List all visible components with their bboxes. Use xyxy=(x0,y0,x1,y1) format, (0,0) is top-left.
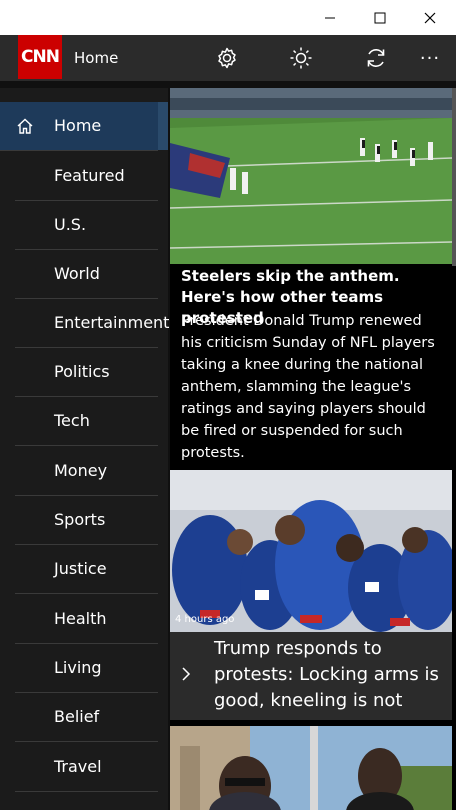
refresh-button[interactable] xyxy=(356,35,396,81)
home-icon xyxy=(17,118,33,134)
sidebar-item-label: Tech xyxy=(54,411,90,430)
article-image xyxy=(170,88,452,264)
article-summary: President Donald Trump renewed his criti… xyxy=(181,313,435,461)
article-caption-bar: Trump responds to protests: Locking arms… xyxy=(170,632,452,720)
gear-icon xyxy=(218,47,236,69)
sidebar-item-label: Entertainment xyxy=(54,313,170,332)
close-button[interactable] xyxy=(405,0,455,35)
article-image xyxy=(170,470,452,632)
logo-text: CNN xyxy=(21,47,60,67)
sidebar-item-label: Health xyxy=(54,609,107,628)
minimize-button[interactable] xyxy=(305,0,355,35)
selection-indicator xyxy=(158,102,168,150)
sun-icon xyxy=(290,47,312,69)
sidebar-item-travel[interactable]: Travel xyxy=(15,743,158,792)
page-title: Home xyxy=(74,49,119,67)
sidebar-item-label: Justice xyxy=(54,559,107,578)
maximize-button[interactable] xyxy=(355,0,405,35)
sidebar-item-label: Home xyxy=(54,116,102,135)
sidebar-item-label: Belief xyxy=(54,707,100,726)
window-title-bar xyxy=(0,0,456,35)
sidebar-item-tech[interactable]: Tech xyxy=(15,397,158,446)
app-header: CNN Home ··· xyxy=(0,35,456,81)
sidebar-item-home[interactable]: Home xyxy=(0,102,158,151)
sidebar-item-living[interactable]: Living xyxy=(15,644,158,693)
sidebar-item-politics[interactable]: Politics xyxy=(15,348,158,397)
article-timestamp: 4 hours ago xyxy=(175,614,235,625)
sidebar-item-money[interactable]: Money xyxy=(15,447,158,496)
sidebar-item-featured[interactable]: Featured xyxy=(15,152,158,201)
sidebar-item-label: World xyxy=(54,264,100,283)
refresh-icon xyxy=(367,49,385,67)
sidebar-item-health[interactable]: Health xyxy=(15,595,158,644)
sidebar-item-world[interactable]: World xyxy=(15,250,158,299)
article-headline: Trump responds to protests: Locking arms… xyxy=(214,638,439,711)
sidebar-item-label: Featured xyxy=(54,166,125,185)
sidebar-item-label: Money xyxy=(54,461,108,480)
sidebar-item-label: Living xyxy=(54,658,102,677)
sidebar-item-justice[interactable]: Justice xyxy=(15,545,158,594)
maximize-icon xyxy=(374,12,386,23)
more-icon: ··· xyxy=(419,47,441,69)
brightness-button[interactable] xyxy=(281,35,321,81)
sidebar-item-label: Politics xyxy=(54,362,110,381)
sidebar-item-belief[interactable]: Belief xyxy=(15,693,158,742)
cnn-logo[interactable]: CNN xyxy=(18,35,62,79)
sidebar-item-label: U.S. xyxy=(54,215,87,234)
scrollbar[interactable] xyxy=(452,88,456,266)
settings-button[interactable] xyxy=(207,35,247,81)
sidebar-item-label: Sports xyxy=(54,510,106,529)
sidebar-item-label: Travel xyxy=(54,757,102,776)
sidebar-item-sports[interactable]: Sports xyxy=(15,496,158,545)
more-button[interactable]: ··· xyxy=(410,35,450,81)
minimize-icon xyxy=(325,17,335,18)
article-feed: Steelers skip the anthem. Here's how oth… xyxy=(170,88,456,810)
sidebar-item-entertainment[interactable]: Entertainment xyxy=(15,299,169,348)
close-icon xyxy=(424,12,436,23)
sidebar-item-us[interactable]: U.S. xyxy=(15,201,158,250)
article-image[interactable] xyxy=(170,726,452,810)
chevron-right-icon xyxy=(182,667,191,681)
